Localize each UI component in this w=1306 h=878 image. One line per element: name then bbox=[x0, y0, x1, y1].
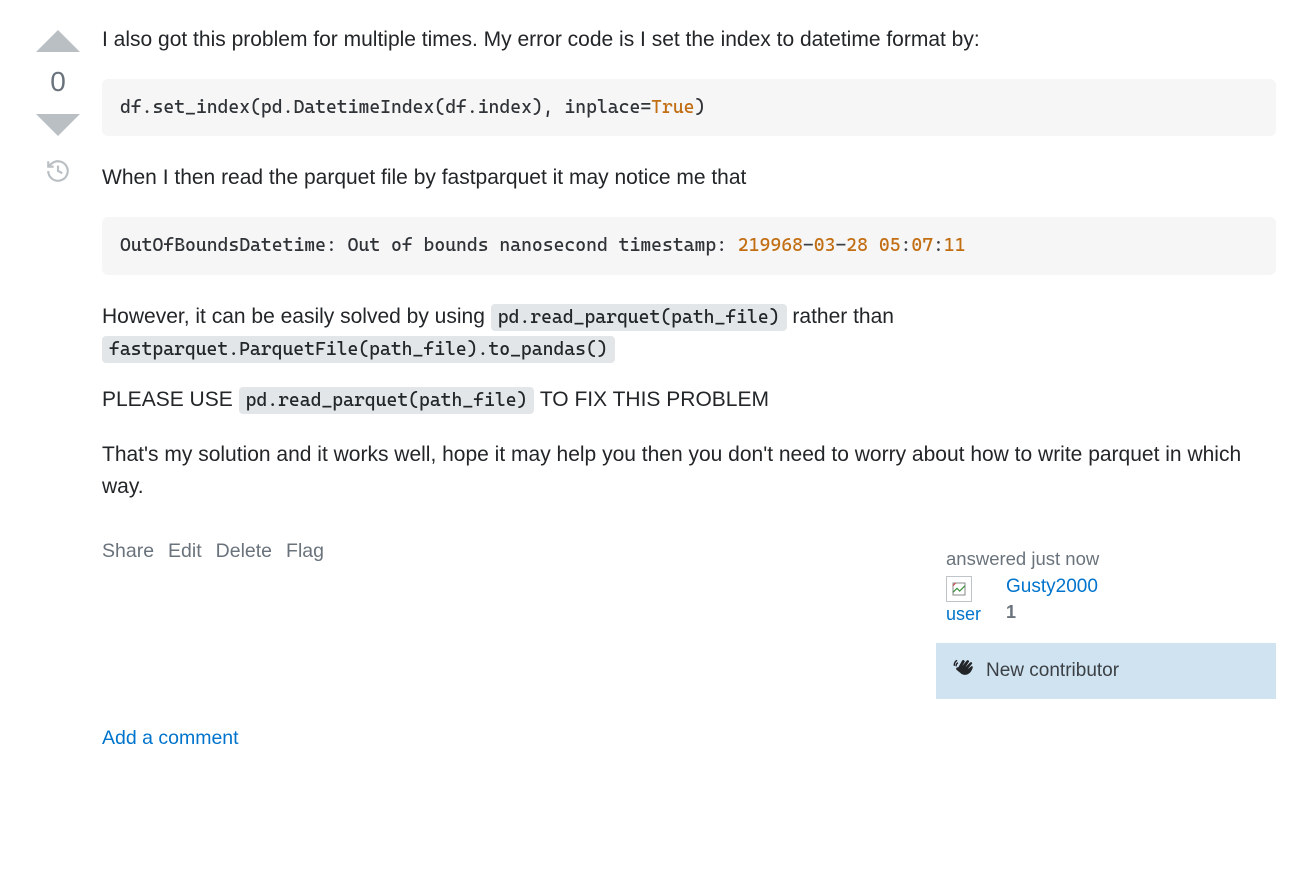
code-number: 11 bbox=[944, 235, 966, 256]
code-op: - bbox=[835, 235, 846, 256]
share-link[interactable]: Share bbox=[102, 540, 154, 563]
text: PLEASE USE bbox=[102, 388, 239, 411]
user-reputation: 1 bbox=[1006, 602, 1098, 623]
paragraph-intro: I also got this problem for multiple tim… bbox=[102, 24, 1276, 57]
code-text: df.set_index(pd.DatetimeIndex(df.index),… bbox=[120, 97, 651, 118]
code-number: 28 bbox=[846, 235, 868, 256]
inline-code-readparquet-fix: pd.read_parquet(path_file) bbox=[239, 387, 535, 414]
paragraph-emphasis: PLEASE USE pd.read_parquet(path_file) TO… bbox=[102, 384, 1276, 417]
user-info: answered just now user bbox=[936, 540, 1276, 629]
code-number: 219968 bbox=[738, 235, 803, 256]
text: TO FIX THIS PROBLEM bbox=[534, 388, 769, 411]
paragraph-readnote: When I then read the parquet file by fas… bbox=[102, 162, 1276, 195]
code-keyword: True bbox=[651, 97, 694, 118]
inline-code-readparquet: pd.read_parquet(path_file) bbox=[491, 304, 787, 331]
code-text bbox=[868, 235, 879, 256]
answered-time: answered just now bbox=[946, 548, 1266, 570]
user-row: user Gusty2000 1 bbox=[946, 576, 1266, 625]
add-comment-link[interactable]: Add a comment bbox=[102, 727, 239, 749]
vote-count: 0 bbox=[50, 66, 66, 98]
answer-container: 0 I also got this problem for multiple t… bbox=[30, 24, 1276, 750]
avatar[interactable]: user bbox=[946, 576, 994, 625]
code-text: OutOfBoundsDatetime: Out of bounds nanos… bbox=[120, 235, 738, 256]
code-op: : bbox=[901, 235, 912, 256]
upvote-button[interactable] bbox=[36, 30, 80, 52]
post-menu: Share Edit Delete Flag answered just now bbox=[102, 540, 1276, 699]
user-name-link[interactable]: Gusty2000 bbox=[1006, 576, 1098, 597]
code-block-setindex: df.set_index(pd.DatetimeIndex(df.index),… bbox=[102, 79, 1276, 137]
edit-link[interactable]: Edit bbox=[168, 540, 202, 563]
text: However, it can be easily solved by usin… bbox=[102, 305, 491, 328]
avatar-alt-text: user bbox=[946, 604, 981, 625]
user-details: Gusty2000 1 bbox=[1006, 576, 1098, 623]
inline-code-fastparquet: fastparquet.ParquetFile(path_file).to_pa… bbox=[102, 336, 615, 363]
post-text: I also got this problem for multiple tim… bbox=[102, 24, 1276, 504]
wave-hand-icon bbox=[952, 657, 974, 685]
post-actions: Share Edit Delete Flag bbox=[102, 540, 324, 563]
code-text: ) bbox=[695, 97, 706, 118]
code-number: 05 bbox=[879, 235, 901, 256]
new-contributor-label: New contributor bbox=[986, 660, 1119, 682]
code-op: : bbox=[933, 235, 944, 256]
broken-image-icon bbox=[946, 576, 972, 602]
code-number: 07 bbox=[911, 235, 933, 256]
code-block-error: OutOfBoundsDatetime: Out of bounds nanos… bbox=[102, 217, 1276, 275]
add-comment-section: Add a comment bbox=[102, 727, 1276, 750]
downvote-button[interactable] bbox=[36, 114, 80, 136]
paragraph-solution: However, it can be easily solved by usin… bbox=[102, 301, 1276, 366]
paragraph-closing: That's my solution and it works well, ho… bbox=[102, 439, 1276, 504]
delete-link[interactable]: Delete bbox=[216, 540, 272, 563]
vote-column: 0 bbox=[30, 24, 86, 750]
activity-history-icon[interactable] bbox=[45, 158, 71, 188]
flag-link[interactable]: Flag bbox=[286, 540, 324, 563]
text: rather than bbox=[787, 305, 894, 328]
post-body: I also got this problem for multiple tim… bbox=[102, 24, 1276, 750]
code-number: 03 bbox=[814, 235, 836, 256]
new-contributor-badge: New contributor bbox=[936, 643, 1276, 699]
code-op: - bbox=[803, 235, 814, 256]
user-card: answered just now user bbox=[936, 540, 1276, 699]
